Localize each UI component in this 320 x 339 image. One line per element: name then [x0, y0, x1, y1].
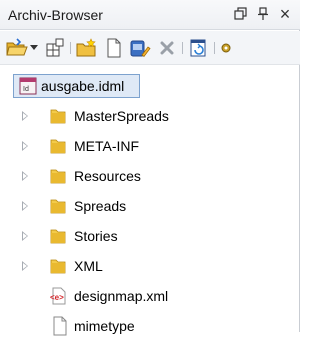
tree-item-label: designmap.xml	[74, 288, 169, 304]
file-icon	[52, 316, 68, 339]
xml-file-icon: <e>	[49, 287, 69, 308]
tree-item-label: MasterSpreads	[74, 108, 169, 124]
tree-item-label: META-INF	[74, 138, 140, 154]
tree-file-mimetype[interactable]: mimetype	[0, 314, 300, 338]
grid-add-icon[interactable]	[44, 37, 66, 59]
new-file-icon[interactable]	[104, 37, 124, 59]
tree-item-label: Stories	[74, 228, 118, 244]
settings-icon[interactable]	[218, 37, 234, 59]
new-folder-icon[interactable]	[76, 37, 98, 59]
refresh-icon[interactable]	[188, 37, 210, 59]
tree-folder-resources[interactable]: Resources	[0, 164, 300, 188]
tree-folder-spreads[interactable]: Spreads	[0, 194, 300, 218]
toolbar-separator	[214, 42, 215, 54]
expand-arrow-icon[interactable]	[22, 201, 28, 211]
toolbar-separator	[70, 42, 71, 54]
expand-arrow-icon[interactable]	[22, 231, 28, 241]
expand-arrow-icon[interactable]	[22, 141, 28, 151]
close-icon[interactable]: ×	[276, 4, 294, 24]
delete-icon[interactable]	[157, 37, 177, 59]
panel-titlebar: Archiv-Browser ×	[0, 0, 300, 30]
expand-arrow-icon[interactable]	[22, 111, 28, 121]
folder-icon	[49, 107, 67, 128]
tree-item-label: XML	[74, 258, 103, 274]
tree-file-designmap[interactable]: <e> designmap.xml	[0, 284, 300, 308]
expand-arrow-icon[interactable]	[22, 171, 28, 181]
tree-folder-meta-inf[interactable]: META-INF	[0, 134, 300, 158]
svg-text:Id: Id	[23, 86, 29, 93]
restore-icon[interactable]	[232, 5, 250, 23]
folder-icon	[49, 227, 67, 248]
folder-icon	[49, 137, 67, 158]
toolbar	[0, 31, 300, 65]
edit-icon[interactable]	[129, 37, 151, 59]
folder-icon	[49, 167, 67, 188]
pin-icon[interactable]	[254, 5, 272, 23]
tree-item-label: Spreads	[74, 198, 127, 214]
panel-title: Archiv-Browser	[8, 7, 103, 23]
folder-icon	[49, 197, 67, 218]
tree-folder-masterspreads[interactable]: MasterSpreads	[0, 104, 300, 128]
tree-item-label: Resources	[74, 168, 141, 184]
expand-arrow-icon[interactable]	[22, 261, 28, 271]
tree-folder-xml[interactable]: XML	[0, 254, 300, 278]
indesign-file-icon: Id	[19, 77, 37, 98]
toolbar-separator	[182, 42, 183, 54]
svg-text:<e>: <e>	[50, 293, 64, 302]
tree-root-label: ausgabe.idml	[41, 78, 125, 94]
dropdown-arrow-icon[interactable]	[29, 37, 39, 59]
folder-icon	[49, 257, 67, 278]
tree-folder-stories[interactable]: Stories	[0, 224, 300, 248]
archive-browser-panel: Archiv-Browser × Id ausgabe.idml MasterS…	[0, 0, 300, 336]
tree-root-item[interactable]: Id ausgabe.idml	[0, 74, 300, 98]
open-folder-icon[interactable]	[6, 37, 28, 59]
